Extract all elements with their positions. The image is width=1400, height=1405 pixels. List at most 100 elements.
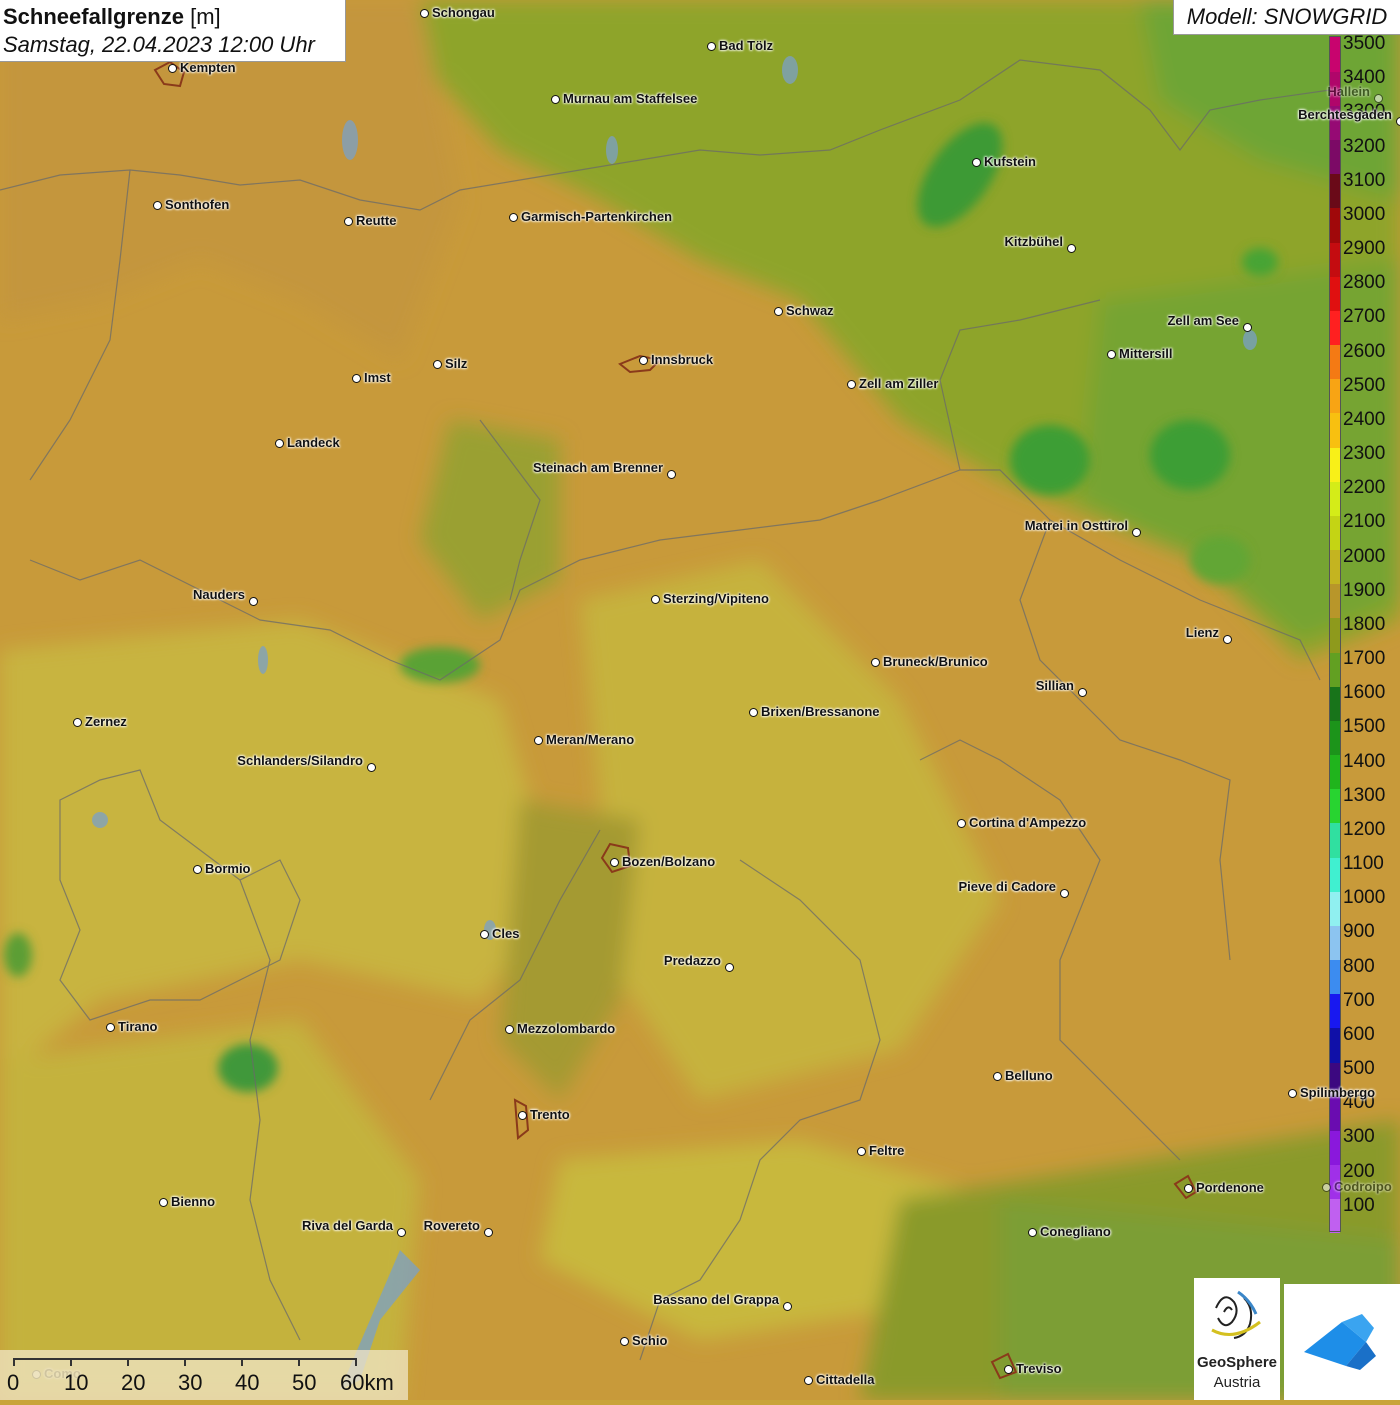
place-label: Zell am Ziller <box>859 376 939 391</box>
place-marker[interactable] <box>534 736 543 745</box>
place-marker[interactable] <box>509 213 518 222</box>
legend-label: 800 <box>1343 955 1375 977</box>
scale-tick <box>355 1358 357 1366</box>
place-label: Belluno <box>1005 1068 1053 1083</box>
place-label: Kempten <box>180 60 236 75</box>
place-label: Matrei in Osttirol <box>1024 518 1128 533</box>
place-marker[interactable] <box>1132 528 1141 537</box>
scale-tick <box>70 1358 72 1366</box>
legend-label: 2400 <box>1343 408 1386 430</box>
place-marker[interactable] <box>610 858 619 867</box>
geosphere-logo: GeoSphere Austria <box>1194 1278 1280 1400</box>
place-label: Kufstein <box>984 154 1036 169</box>
place-marker[interactable] <box>397 1228 406 1237</box>
place-label: Brixen/Bressanone <box>761 704 880 719</box>
place-marker[interactable] <box>193 865 202 874</box>
scale-label: 40 <box>235 1370 260 1395</box>
place-marker[interactable] <box>707 42 716 51</box>
place-label: Codroipo <box>1334 1179 1392 1194</box>
place-marker[interactable] <box>551 95 560 104</box>
place-label: Mezzolombardo <box>517 1021 616 1036</box>
legend-label: 1800 <box>1343 613 1386 635</box>
place-marker[interactable] <box>153 201 162 210</box>
place-marker[interactable] <box>1078 688 1087 697</box>
place-marker[interactable] <box>667 470 676 479</box>
place-marker[interactable] <box>1374 94 1383 103</box>
place-marker[interactable] <box>484 1228 493 1237</box>
place-label: Garmisch-Partenkirchen <box>521 209 673 224</box>
place-marker[interactable] <box>367 763 376 772</box>
legend-label: 2200 <box>1343 477 1386 499</box>
place-marker[interactable] <box>1396 117 1400 126</box>
place-marker[interactable] <box>783 1302 792 1311</box>
place-marker[interactable] <box>1060 889 1069 898</box>
scale-bar: 0 10 20 30 40 50 60km <box>0 1350 408 1400</box>
legend-bar <box>1329 36 1341 1232</box>
place-label: Tirano <box>118 1019 158 1034</box>
legend-label: 1000 <box>1343 887 1386 909</box>
place-marker[interactable] <box>993 1072 1002 1081</box>
place-marker[interactable] <box>275 439 284 448</box>
place-label: Cortina d'Ampezzo <box>969 815 1087 830</box>
place-marker[interactable] <box>857 1147 866 1156</box>
place-marker[interactable] <box>1322 1183 1331 1192</box>
place-marker[interactable] <box>639 356 648 365</box>
place-label: Sonthofen <box>165 197 230 212</box>
place-label: Riva del Garda <box>301 1218 393 1233</box>
place-marker[interactable] <box>168 64 177 73</box>
place-marker[interactable] <box>725 963 734 972</box>
place-label: Zernez <box>85 714 127 729</box>
place-label: Steinach am Brenner <box>532 460 663 475</box>
place-label: Berchtesgaden <box>1298 107 1392 122</box>
place-label: Kitzbühel <box>1004 234 1064 249</box>
place-marker[interactable] <box>804 1376 813 1385</box>
place-label: Predazzo <box>663 953 721 968</box>
place-marker[interactable] <box>871 658 880 667</box>
place-label: Schio <box>632 1333 668 1348</box>
place-label: Bruneck/Brunico <box>883 654 988 669</box>
place-marker[interactable] <box>518 1111 527 1120</box>
place-marker[interactable] <box>774 307 783 316</box>
place-label: Mittersill <box>1119 346 1173 361</box>
place-marker[interactable] <box>433 360 442 369</box>
place-marker[interactable] <box>1223 635 1232 644</box>
place-label: Feltre <box>869 1143 905 1158</box>
place-label: Murnau am Staffelsee <box>563 91 698 106</box>
place-label: Meran/Merano <box>546 732 635 747</box>
place-marker[interactable] <box>620 1337 629 1346</box>
place-marker[interactable] <box>749 708 758 717</box>
place-marker[interactable] <box>1243 323 1252 332</box>
place-marker[interactable] <box>1028 1228 1037 1237</box>
place-label: Lienz <box>1185 625 1219 640</box>
place-marker[interactable] <box>159 1198 168 1207</box>
place-marker[interactable] <box>249 597 258 606</box>
place-marker[interactable] <box>505 1025 514 1034</box>
place-label: Zell am See <box>1167 313 1239 328</box>
place-marker[interactable] <box>352 374 361 383</box>
place-marker[interactable] <box>651 595 660 604</box>
place-label: Silz <box>445 356 468 371</box>
place-label: Bad Tölz <box>719 38 774 53</box>
place-marker[interactable] <box>1107 350 1116 359</box>
place-marker[interactable] <box>420 9 429 18</box>
place-label: Landeck <box>287 435 340 450</box>
place-marker[interactable] <box>1004 1365 1013 1374</box>
place-marker[interactable] <box>1067 244 1076 253</box>
place-marker[interactable] <box>847 380 856 389</box>
place-marker[interactable] <box>957 819 966 828</box>
place-label: Cittadella <box>816 1372 875 1387</box>
legend-label: 1600 <box>1343 682 1386 704</box>
map-title-box: Schneefallgrenze [m] Samstag, 22.04.2023… <box>0 0 346 62</box>
place-marker[interactable] <box>344 217 353 226</box>
scale-label: 20 <box>121 1370 146 1395</box>
place-marker[interactable] <box>1288 1089 1297 1098</box>
place-marker[interactable] <box>106 1023 115 1032</box>
model-label: Modell: SNOWGRID <box>1173 0 1400 35</box>
place-label: Bassano del Grappa <box>653 1292 779 1307</box>
place-label: Sillian <box>1035 678 1074 693</box>
place-marker[interactable] <box>1184 1184 1193 1193</box>
place-marker[interactable] <box>972 158 981 167</box>
place-marker[interactable] <box>480 930 489 939</box>
place-marker[interactable] <box>73 718 82 727</box>
legend-label: 700 <box>1343 989 1375 1011</box>
